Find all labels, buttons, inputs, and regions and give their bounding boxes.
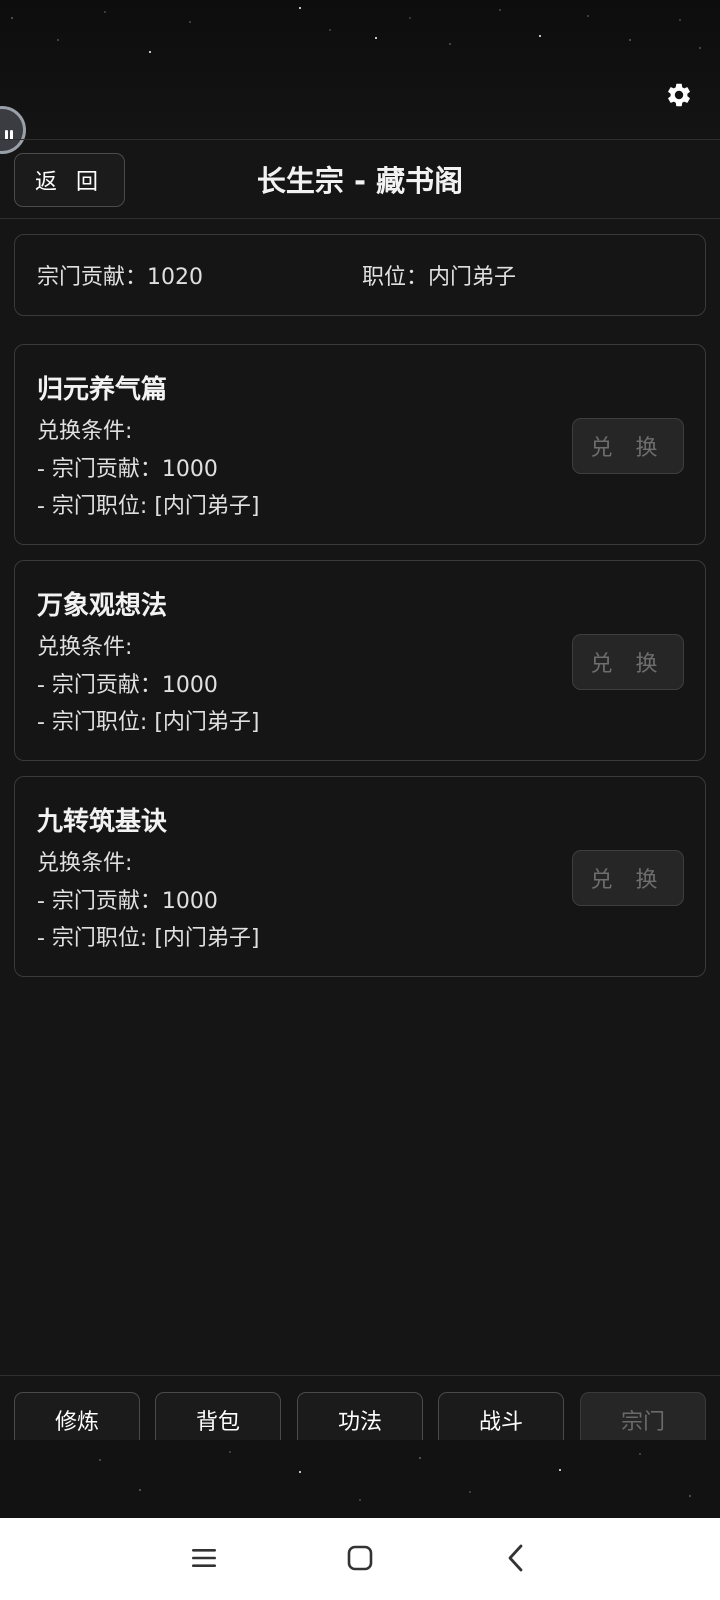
skill-name: 归元养气篇 [37,375,168,405]
home-icon [347,1545,373,1571]
redeem-button[interactable]: 兑 换 [572,418,684,474]
back-button[interactable]: 返 回 [14,153,125,207]
status-card: 宗门贡献：1020 职位：内门弟子 [14,234,706,316]
condition-title: 兑换条件: [37,851,133,876]
system-home-button[interactable] [340,1538,380,1578]
redeem-button[interactable]: 兑 换 [572,634,684,690]
settings-button[interactable] [664,80,694,110]
condition-title: 兑换条件: [37,635,133,660]
starfield-bottom [0,1440,720,1518]
requirement-position: - 宗门职位: [内门弟子] [37,926,260,951]
redeem-button[interactable]: 兑 换 [572,850,684,906]
skill-name: 九转筑基诀 [37,807,168,837]
requirement-position: - 宗门职位: [内门弟子] [37,710,260,735]
page-header: 返 回 长生宗 - 藏书阁 [0,139,720,219]
requirement-position: - 宗门职位: [内门弟子] [37,494,260,519]
gear-icon [668,83,690,107]
system-menu-button[interactable] [184,1538,224,1578]
starfield-top [0,0,720,140]
condition-title: 兑换条件: [37,419,133,444]
skill-card: 九转筑基诀 兑换条件: - 宗门贡献：1000 - 宗门职位: [内门弟子] 兑… [14,776,706,977]
requirement-contribution: - 宗门贡献：1000 [37,457,218,482]
position-value: 职位：内门弟子 [362,265,517,290]
system-back-button[interactable] [496,1538,536,1578]
bottom-nav: 修炼 背包 功法 战斗 宗门 [0,1375,720,1448]
pause-dots-icon [5,125,15,140]
system-nav-bar [0,1518,720,1600]
requirement-contribution: - 宗门贡献：1000 [37,673,218,698]
contribution-value: 宗门贡献：1020 [37,265,203,290]
skill-list: 归元养气篇 兑换条件: - 宗门贡献：1000 - 宗门职位: [内门弟子] 兑… [14,344,706,992]
skill-card: 万象观想法 兑换条件: - 宗门贡献：1000 - 宗门职位: [内门弟子] 兑… [14,560,706,761]
menu-icon [192,1549,216,1567]
requirement-contribution: - 宗门贡献：1000 [37,889,218,914]
skill-name: 万象观想法 [37,591,168,621]
back-icon [508,1544,523,1572]
skill-card: 归元养气篇 兑换条件: - 宗门贡献：1000 - 宗门职位: [内门弟子] 兑… [14,344,706,545]
